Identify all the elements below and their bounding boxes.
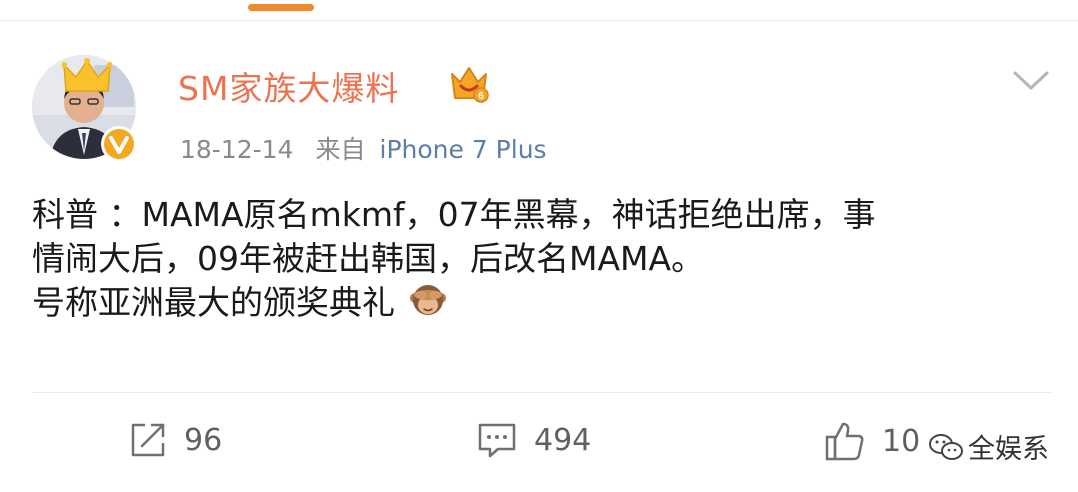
vip-crown-icon[interactable]: 6 [448, 62, 490, 104]
like-count: 10 [882, 423, 921, 459]
comment-count: 494 [534, 422, 592, 458]
thumbs-up-icon [825, 422, 864, 461]
chevron-down-icon[interactable] [1012, 70, 1050, 92]
repost-count: 96 [184, 422, 223, 458]
see-no-evil-monkey-icon [410, 285, 446, 315]
repost-button[interactable]: 96 [128, 420, 222, 460]
post-text-line: 号称亚洲最大的颁奖典礼 [32, 281, 1052, 325]
post-text-line: 情闹大后，09年被赶出韩国，后改名MAMA。 [32, 239, 705, 278]
verified-badge-icon [101, 126, 137, 162]
svg-text:6: 6 [478, 91, 484, 102]
watermark: 全娱系 [928, 427, 1049, 466]
watermark-text: 全娱系 [968, 434, 1049, 465]
active-tab-indicator [248, 4, 314, 11]
wechat-icon [929, 433, 963, 460]
post-text-line-content: 号称亚洲最大的颁奖典礼 [32, 283, 395, 322]
actions-divider [32, 392, 1052, 393]
header-divider [0, 20, 1078, 21]
like-button[interactable]: 10 [824, 420, 920, 462]
crown-icon [62, 58, 112, 92]
post-date: 18-12-14 [180, 135, 294, 164]
comment-icon [478, 423, 516, 458]
post-text: 科普 ：MAMA原名mkmf，07年黑幕，神话拒绝出席，事 情闹大后，09年被赶… [32, 193, 1052, 325]
post-meta: 18-12-14 来自 iPhone 7 Plus [180, 130, 547, 166]
repost-icon [131, 423, 165, 457]
username[interactable]: SM家族大爆料 [178, 62, 399, 110]
comment-button[interactable]: 494 [476, 420, 591, 460]
device-link[interactable]: iPhone 7 Plus [380, 135, 547, 164]
source-label: 来自 [315, 135, 366, 164]
post-text-line: 科普 ：MAMA原名mkmf，07年黑幕，神话拒绝出席，事 [32, 195, 876, 234]
